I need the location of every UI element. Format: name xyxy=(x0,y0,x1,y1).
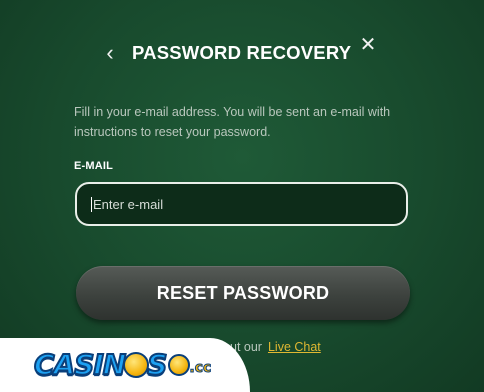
password-recovery-modal: ‹ PASSWORD RECOVERY ✕ Fill in your e-mai… xyxy=(0,0,484,392)
instructions-text: Fill in your e-mail address. You will be… xyxy=(74,105,391,139)
support-text: ut our Live Chat xyxy=(230,340,321,354)
close-button[interactable]: ✕ xyxy=(358,34,378,56)
email-field[interactable]: Enter e-mail xyxy=(75,182,408,226)
reset-password-button[interactable]: RESET PASSWORD xyxy=(76,266,410,320)
modal-header: ‹ PASSWORD RECOVERY ✕ xyxy=(0,34,484,68)
email-placeholder: Enter e-mail xyxy=(91,196,164,212)
coin-icon xyxy=(123,352,150,378)
chevron-left-icon: ‹ xyxy=(106,40,114,65)
casinos-logo: CASIN S .cc xyxy=(33,344,212,384)
email-label: E-MAIL xyxy=(74,160,114,172)
logo-suffix: .cc xyxy=(189,360,212,377)
coin-icon xyxy=(168,354,191,376)
watermark-panel: CASIN S .cc xyxy=(0,338,250,392)
close-icon: ✕ xyxy=(359,34,377,56)
live-chat-link[interactable]: Live Chat xyxy=(268,340,321,354)
logo-text-part-1: CASIN xyxy=(33,347,127,382)
modal-title: PASSWORD RECOVERY xyxy=(132,42,352,63)
reset-password-label: RESET PASSWORD xyxy=(156,282,330,303)
back-button[interactable]: ‹ xyxy=(100,40,120,66)
logo-text-part-2: S xyxy=(146,347,168,382)
